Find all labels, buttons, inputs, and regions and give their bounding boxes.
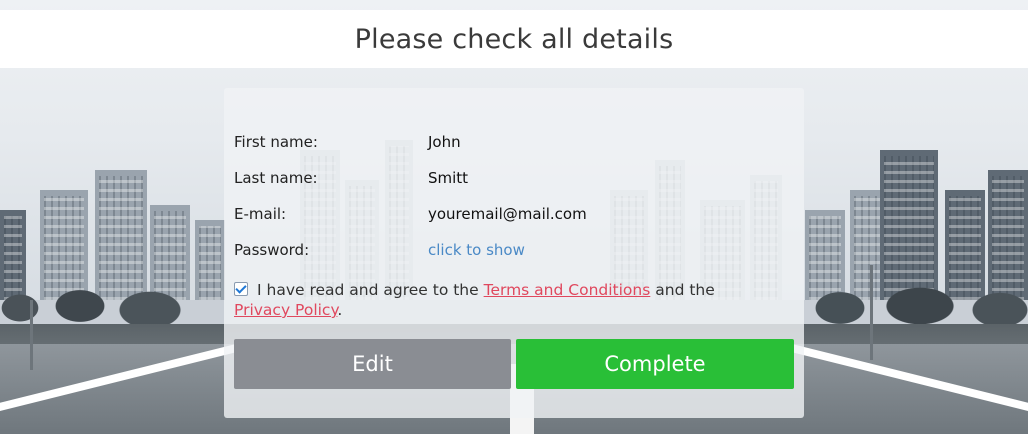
details-list: First name: John Last name: Smitt E-mail… [234, 124, 587, 268]
last-name-label: Last name: [234, 169, 318, 187]
agreement-text-after: . [337, 301, 343, 319]
detail-row-last-name: Last name: Smitt [234, 160, 587, 196]
edit-button[interactable]: Edit [234, 339, 511, 389]
confirmation-card: First name: John Last name: Smitt E-mail… [224, 88, 804, 418]
first-name-label: First name: [234, 133, 318, 151]
show-password-link[interactable]: click to show [428, 241, 525, 259]
agreement-text-middle: and the [655, 281, 715, 299]
email-label: E-mail: [234, 205, 287, 223]
street-lamp [870, 265, 873, 360]
detail-row-email: E-mail: youremail@mail.com [234, 196, 587, 232]
last-name-value: Smitt [428, 169, 469, 187]
street-sign-pole [30, 300, 33, 370]
detail-row-password: Password: click to show [234, 232, 587, 268]
detail-row-first-name: First name: John [234, 124, 587, 160]
password-label: Password: [234, 241, 310, 259]
terms-link[interactable]: Terms and Conditions [484, 281, 651, 299]
complete-button[interactable]: Complete [516, 339, 794, 389]
page-header: Please check all details [0, 10, 1028, 68]
agreement-text-before: I have read and agree to the [257, 281, 479, 299]
email-value: youremail@mail.com [428, 205, 587, 223]
agree-checkbox[interactable] [234, 282, 248, 296]
page-title: Please check all details [354, 23, 674, 55]
agreement-text: I have read and agree to the Terms and C… [234, 280, 774, 320]
first-name-value: John [428, 133, 461, 151]
privacy-link[interactable]: Privacy Policy [234, 301, 337, 319]
